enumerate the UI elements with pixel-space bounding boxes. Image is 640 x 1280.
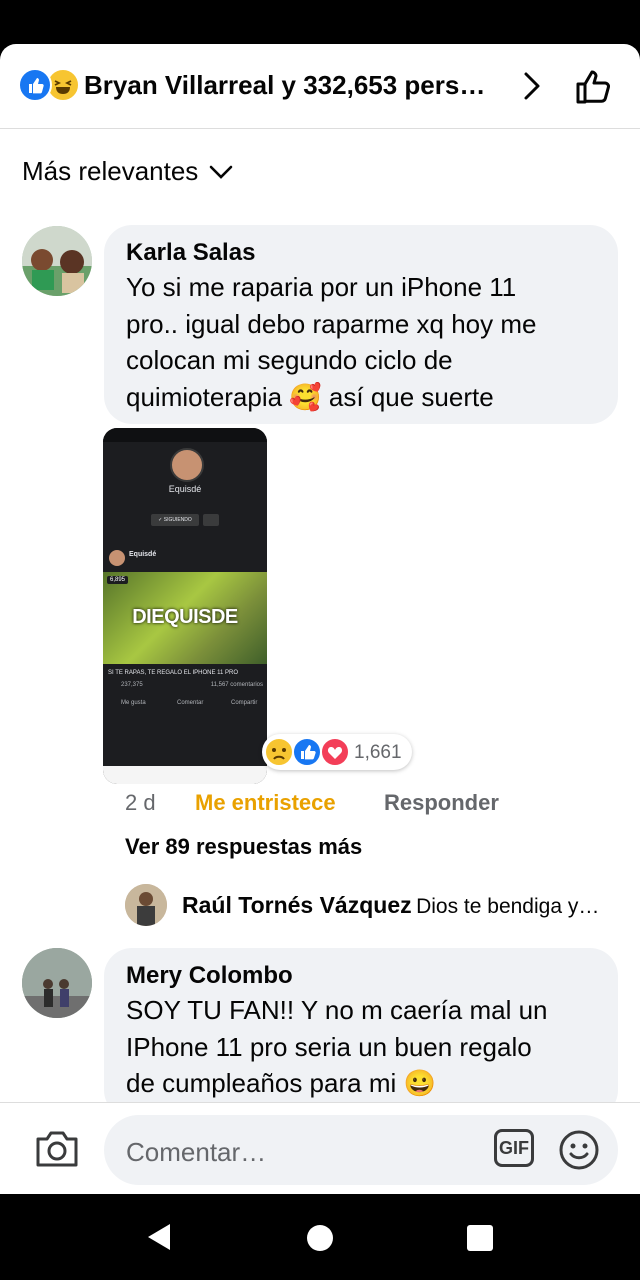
comment-composer: Comentar… GIF [0,1102,640,1194]
comment-author[interactable]: Mery Colombo [126,962,293,990]
status-bar [0,0,640,44]
home-icon[interactable] [306,1224,334,1252]
comment-author[interactable]: Karla Salas [126,239,255,267]
comment-text: SOY TU FAN!! Y no m caería mal un IPhone… [126,992,547,1102]
comment-bubble[interactable]: Mery Colombo SOY TU FAN!! Y no m caería … [104,948,618,1118]
comment-time[interactable]: 2 d [125,790,156,816]
attachment-action-like: Me gusta [121,700,146,706]
attachment-following-button: ✓ SIGUIENDO [151,514,199,526]
comment-text: Yo si me raparia por un iPhone 11 pro.. … [126,269,536,415]
attachment-count-badge: 6,895 [107,576,129,584]
attachment-post-author: Equisdé [129,551,157,558]
attachment-bell-button [203,514,219,526]
comment-line: colocan mi segundo ciclo de [126,345,453,375]
attachment-post-avatar [109,550,125,566]
attachment-banner: 6,895 DIEQUISDE [103,572,267,664]
comment-line: Yo si me raparia por un iPhone 11 [126,272,517,302]
reply-author: Raúl Tornés Vázquez [182,892,412,918]
attachment-nav-bar [103,766,267,784]
like-reaction-icon [18,68,52,102]
comment-line: de cumpleaños para mi 😀 [126,1068,436,1098]
back-icon[interactable] [144,1222,174,1252]
avatar[interactable] [125,884,167,926]
thumbs-up-icon[interactable] [572,64,616,108]
comment-line: quimioterapia 🥰 así que suerte [126,381,494,412]
like-reaction-icon [292,737,322,767]
comment-line: IPhone 11 pro seria un buen regalo [126,1031,532,1062]
avatar[interactable] [22,948,92,1018]
avatar[interactable] [22,226,92,296]
attachment-action-share: Compartir [231,700,258,706]
comment-input[interactable]: Comentar… GIF [104,1115,618,1185]
reply-preview[interactable]: Raúl Tornés Vázquez Dios te bendiga y… [182,892,622,919]
reply-button[interactable]: Responder [384,790,499,816]
sort-label: Más relevantes [22,156,199,186]
attachment-action-comment: Comentar [177,700,204,706]
attachment-status-bar [103,428,267,442]
comments-sheet: Bryan Villarreal y 332,653 pers… Más rel… [0,44,640,1194]
comment-reaction-count: 1,661 [354,742,402,763]
reply-text: Dios te bendiga y… [416,895,600,918]
comment-line: pro.. igual debo raparme xq hoy me [126,308,537,339]
reactions-header[interactable]: Bryan Villarreal y 332,653 pers… [0,44,640,129]
chevron-right-icon[interactable] [514,66,550,106]
sort-dropdown[interactable]: Más relevantes [22,156,234,187]
comment-input-placeholder: Comentar… [126,1137,267,1167]
comment-attachment-image[interactable]: Equisdé ✓ SIGUIENDO Equisdé 6,895 DIEQUI… [103,428,267,784]
reactions-title[interactable]: Bryan Villarreal y 332,653 pers… [84,70,485,101]
react-button[interactable]: Me entristece [195,790,336,816]
camera-icon[interactable] [34,1129,80,1169]
view-more-replies-link[interactable]: Ver 89 respuestas más [125,834,362,860]
comment-reactions-pill[interactable]: 1,661 [262,734,412,770]
attachment-reaction-count: 237,375 [121,682,143,688]
sad-reaction-icon [264,737,294,767]
gif-icon[interactable]: GIF [494,1129,534,1167]
attachment-banner-text: DIEQUISDE [132,606,238,628]
chevron-down-icon [210,165,233,179]
attachment-caption: SI TE RAPAS, TE REGALO EL IPHONE 11 PRO [108,670,239,676]
attachment-profile-name: Equisdé [168,484,202,494]
reaction-summary [18,68,80,102]
emoji-icon[interactable] [558,1129,600,1171]
comment-bubble[interactable]: Karla Salas Yo si me raparia por un iPho… [104,225,618,424]
comment-line: SOY TU FAN!! Y no m caería mal un [126,995,548,1025]
system-nav-bar [0,1194,640,1280]
attachment-profile-avatar [170,448,204,482]
love-reaction-icon [320,737,350,767]
attachment-comment-count: 11,567 comentarios [210,682,263,688]
recents-icon[interactable] [466,1224,494,1252]
